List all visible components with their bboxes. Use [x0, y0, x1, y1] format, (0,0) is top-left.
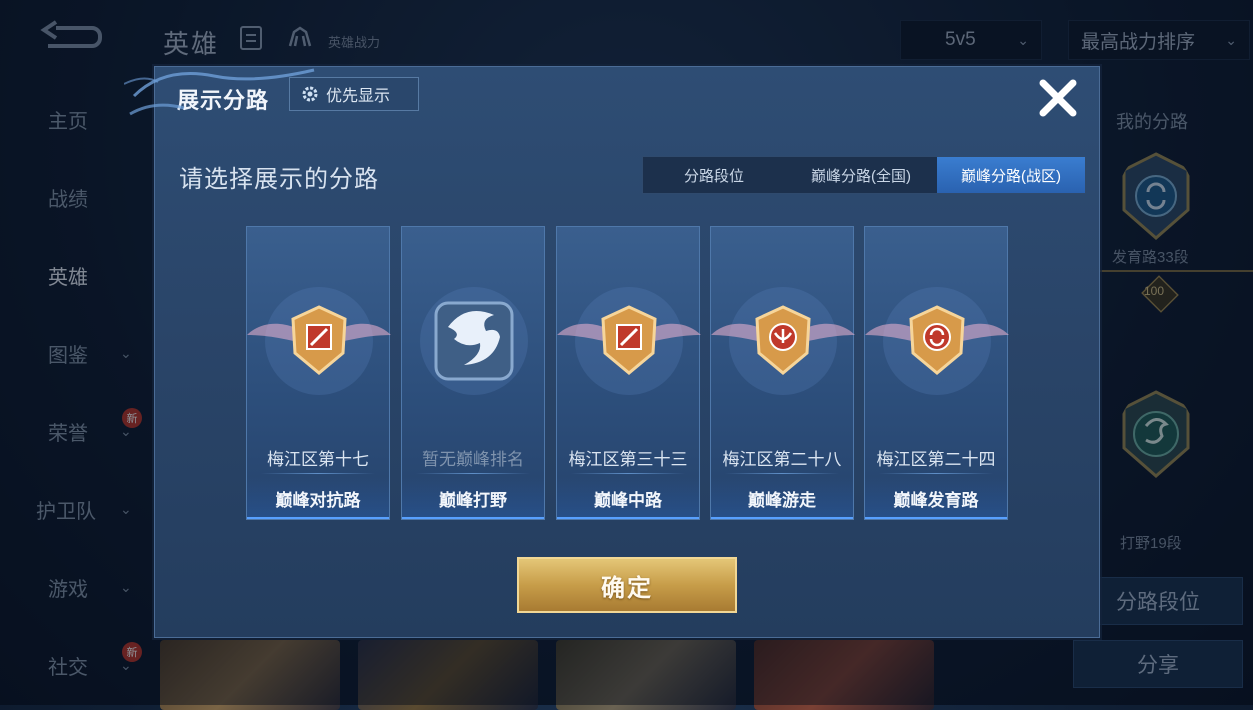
card-rank: 暂无巅峰排名 — [422, 450, 524, 469]
lane-card-carry[interactable]: 梅江区第二十四 巅峰发育路 — [864, 226, 1009, 520]
mid-lane-icon — [557, 287, 701, 395]
card-rank: 梅江区第二十四 — [876, 450, 996, 469]
lane-display-dialog: 展示分路 优先显示 请选择展示的分路 分路段位 巅峰分路(全国) 巅峰分路(战区… — [154, 66, 1100, 638]
card-divider — [261, 473, 375, 474]
card-divider — [725, 473, 839, 474]
top-lane-icon — [247, 287, 391, 395]
lane-tabs: 分路段位 巅峰分路(全国) 巅峰分路(战区) — [642, 156, 1086, 194]
card-rank: 梅江区第二十八 — [722, 450, 842, 469]
card-divider — [571, 473, 685, 474]
dialog-subtitle: 请选择展示的分路 — [179, 166, 379, 193]
jungle-dragon-icon — [420, 287, 528, 395]
tab-peak-national[interactable]: 巅峰分路(全国) — [785, 157, 937, 193]
card-divider — [416, 473, 530, 474]
priority-display-label: 优先显示 — [326, 88, 391, 105]
tab-lane-rank[interactable]: 分路段位 — [643, 157, 785, 193]
card-lane: 巅峰打野 — [402, 477, 544, 519]
card-lane: 巅峰中路 — [557, 477, 699, 519]
lane-card-top[interactable]: 梅江区第十七 巅峰对抗路 — [246, 226, 391, 520]
close-icon[interactable] — [1035, 75, 1081, 121]
carry-lane-icon — [865, 287, 1009, 395]
card-rank: 梅江区第三十三 — [568, 450, 688, 469]
card-lane: 巅峰游走 — [711, 477, 853, 519]
card-lane: 巅峰对抗路 — [247, 477, 389, 519]
confirm-button[interactable]: 确定 — [517, 557, 737, 613]
card-divider — [879, 473, 993, 474]
card-lane: 巅峰发育路 — [865, 477, 1007, 519]
card-rank: 梅江区第十七 — [267, 450, 369, 469]
tab-peak-region[interactable]: 巅峰分路(战区) — [937, 157, 1085, 193]
lane-card-support[interactable]: 梅江区第二十八 巅峰游走 — [710, 226, 855, 520]
cloud-ornament-icon — [124, 68, 315, 116]
lane-card-jungle[interactable]: 暂无巅峰排名 巅峰打野 — [401, 226, 545, 520]
support-lane-icon — [711, 287, 855, 395]
lane-card-mid[interactable]: 梅江区第三十三 巅峰中路 — [556, 226, 701, 520]
